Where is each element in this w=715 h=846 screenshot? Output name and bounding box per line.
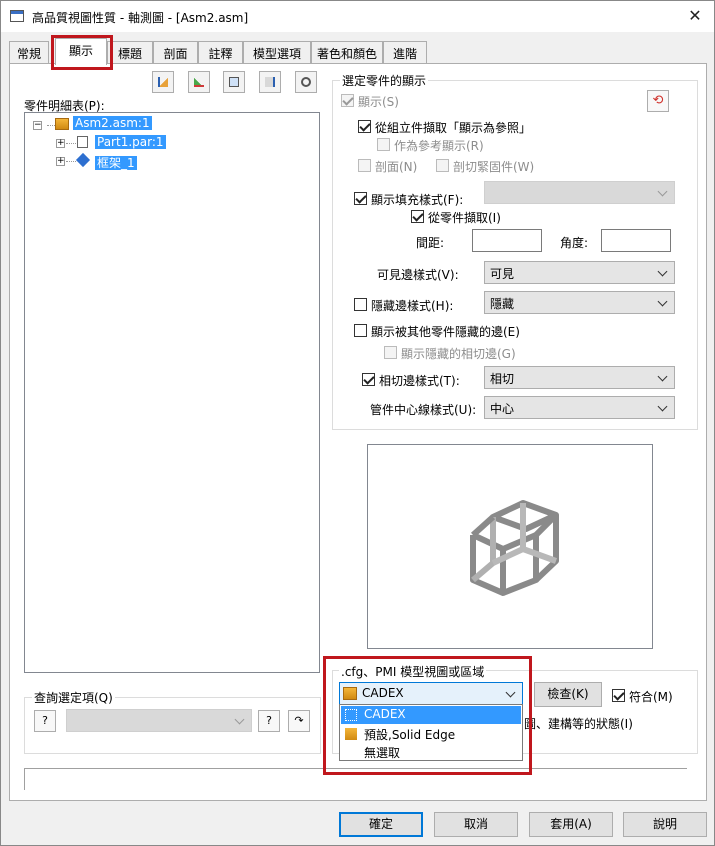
dialog-window: 高品質視圖性質 - 軸測圖 - [Asm2.asm] ✕ 常規 顯示 標題 剖面…: [0, 0, 715, 846]
app-icon: [10, 10, 24, 22]
expand-icon[interactable]: +: [56, 157, 65, 166]
fill-style-select[interactable]: [484, 181, 675, 204]
angle-input[interactable]: [601, 229, 671, 252]
show-hidden-by-others-checkbox[interactable]: [354, 324, 367, 337]
find-button[interactable]: [295, 71, 317, 93]
hidden-style-label: 隱藏邊樣式(H):: [371, 299, 454, 313]
show-hidden-tangent-label: 顯示隱藏的相切邊(G): [401, 347, 516, 361]
fill-style-checkbox[interactable]: [354, 192, 367, 205]
tree-connector: [66, 161, 76, 162]
visible-style-select[interactable]: 可見: [484, 261, 675, 284]
from-assembly-checkbox[interactable]: [358, 120, 371, 133]
tab-general[interactable]: 常規: [9, 41, 49, 63]
properties-button[interactable]: [223, 71, 245, 93]
tangent-style-label: 相切邊樣式(T):: [379, 374, 460, 388]
reset-button[interactable]: ⟲: [647, 90, 669, 112]
tangent-style-checkbox[interactable]: [362, 373, 375, 386]
query-help-button[interactable]: ?: [34, 710, 56, 732]
show-checkbox[interactable]: [341, 94, 354, 107]
hidden-style-checkbox[interactable]: [354, 298, 367, 311]
hidden-style-select[interactable]: 隱藏: [484, 291, 675, 314]
tangent-style-select[interactable]: 相切: [484, 366, 675, 389]
tree-item-label: 框架_1: [95, 156, 137, 170]
close-icon[interactable]: ✕: [684, 6, 706, 26]
show-hidden-by-others-label: 顯示被其他零件隱藏的邊(E): [371, 325, 520, 339]
apply-button[interactable]: 套用(A): [529, 812, 613, 837]
selected-display-title: 選定零件的顯示: [340, 72, 429, 89]
as-reference-checkbox[interactable]: [377, 138, 390, 151]
query-select[interactable]: [66, 709, 252, 732]
window-title: 高品質視圖性質 - 軸測圖 - [Asm2.asm]: [32, 11, 249, 25]
tab-section[interactable]: 剖面: [153, 41, 198, 63]
find-icon: [301, 77, 311, 87]
help-button[interactable]: 說明: [623, 812, 707, 837]
tree-item-asm[interactable]: Asm2.asm:1: [73, 116, 152, 130]
section-fasteners-label: 剖切緊固件(W): [453, 160, 535, 174]
frame-icon: [75, 152, 91, 168]
from-assembly-label: 從組立件擷取「顯示為參照」: [375, 121, 532, 135]
show-label: 顯示(S): [358, 95, 399, 109]
paint-button[interactable]: [188, 71, 210, 93]
tab-annotation[interactable]: 註釋: [198, 41, 243, 63]
as-reference-label: 作為參考顯示(R): [394, 139, 484, 153]
visible-style-label: 可見邊樣式(V):: [377, 268, 459, 282]
centerline-style-select[interactable]: 中心: [484, 396, 675, 419]
ok-button[interactable]: 確定: [339, 812, 423, 837]
angle-label: 角度:: [560, 236, 589, 250]
tab-advanced[interactable]: 進階: [383, 41, 427, 63]
tree-connector: [66, 143, 76, 144]
cube-frame-image: [470, 500, 559, 596]
tree-item-part[interactable]: Part1.par:1: [95, 135, 166, 149]
tab-title[interactable]: 標題: [107, 41, 153, 63]
spacing-label: 間距:: [416, 236, 445, 250]
spacing-input[interactable]: [472, 229, 542, 252]
title-bar: 高品質視圖性質 - 軸測圖 - [Asm2.asm] ✕: [1, 1, 714, 32]
centerline-style-label: 管件中心線樣式(U):: [370, 403, 477, 417]
show-hidden-tangent-checkbox[interactable]: [384, 346, 397, 359]
part-icon: [77, 136, 88, 148]
fill-style-label: 顯示填充樣式(F):: [371, 193, 464, 207]
model-preview: [367, 444, 653, 649]
show-parts-button[interactable]: [152, 71, 174, 93]
match-label: 符合(M): [629, 690, 673, 704]
check-button[interactable]: 檢查(K): [534, 682, 602, 707]
query-help-button-2[interactable]: ?: [258, 710, 280, 732]
highlight-box-tab: [51, 35, 113, 70]
cfg-status-label: 圖、建構等的狀態(I): [524, 717, 633, 731]
section-fasteners-checkbox[interactable]: [436, 159, 449, 172]
from-part-checkbox[interactable]: [411, 210, 424, 223]
assembly-icon: [55, 118, 69, 130]
from-part-label: 從零件擷取(I): [428, 211, 501, 225]
tree-item-frame[interactable]: 框架_1: [95, 154, 137, 171]
query-go-button[interactable]: ↷: [288, 710, 310, 732]
reset-icon: ⟲: [652, 93, 664, 108]
tab-model-options[interactable]: 模型選項: [243, 41, 311, 63]
redo-arrow-icon: ↷: [294, 714, 304, 727]
question-icon: ?: [266, 714, 272, 727]
hide-parts-icon: [265, 77, 275, 87]
hide-parts-button[interactable]: [259, 71, 281, 93]
paint-icon: [194, 77, 204, 87]
cancel-button[interactable]: 取消: [434, 812, 518, 837]
tree-connector: [47, 125, 55, 126]
properties-icon: [229, 77, 239, 87]
tree-item-label: Part1.par:1: [95, 135, 166, 149]
show-parts-icon: [158, 77, 168, 87]
tree-item-label: Asm2.asm:1: [73, 116, 152, 130]
match-checkbox[interactable]: [612, 689, 625, 702]
section-label: 剖面(N): [375, 160, 418, 174]
highlight-box-cfg: [323, 656, 532, 775]
parts-tree[interactable]: − Asm2.asm:1 + Part1.par:1 + 框架_1: [24, 112, 320, 673]
tab-shading-color[interactable]: 著色和顏色: [311, 41, 383, 63]
section-checkbox[interactable]: [358, 159, 371, 172]
collapse-icon[interactable]: −: [33, 121, 42, 130]
query-label: 查詢選定項(Q): [32, 689, 115, 706]
expand-icon[interactable]: +: [56, 139, 65, 148]
question-icon: ?: [42, 714, 48, 727]
